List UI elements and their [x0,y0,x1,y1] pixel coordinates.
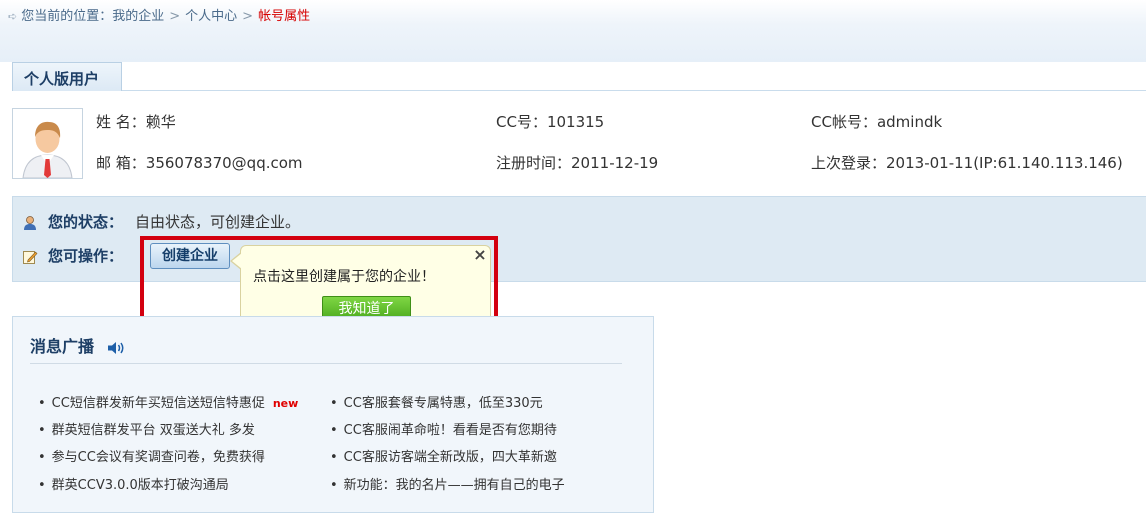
user-icon [24,215,36,230]
user-avatar-icon [22,121,73,179]
news-item[interactable]: • CC客服套餐专属特惠，低至330元 [330,392,543,411]
breadcrumb-current: 帐号属性 [258,9,311,24]
arrow-right-icon: ➪ [8,10,18,23]
email-row: 邮 箱：356078370@qq.com [96,152,303,173]
register-time-value: 2011-12-19 [571,154,659,172]
breadcrumb: ➪ 您当前的位置：我的企业 > 个人中心 > 帐号属性 [8,5,310,24]
breadcrumb-link-personal-center[interactable]: 个人中心 [185,9,237,24]
cc-account-row: CC帐号：admindk [811,111,942,132]
speaker-icon [107,341,124,354]
cc-account-label: CC帐号： [811,113,877,131]
news-item[interactable]: • CC客服闹革命啦！看看是否有您期待 [330,419,557,438]
breadcrumb-link-my-company[interactable]: 我的企业 [112,9,164,24]
news-item[interactable]: • 新功能：我的名片——拥有自己的电子 [330,474,565,493]
register-time-label: 注册时间： [496,154,572,172]
news-item[interactable]: • 参与CC会议有奖调查问卷，免费获得 [38,446,265,465]
cc-account-value: admindk [876,113,943,131]
tab-personal-user[interactable]: 个人版用户 [12,62,122,91]
breadcrumb-separator: > [242,9,254,24]
avatar [12,108,83,179]
breadcrumb-prefix: 您当前的位置： [21,9,113,24]
news-title: 消息广播 [30,333,126,357]
name-row: 姓 名：赖华 [96,111,176,132]
news-divider [30,363,622,364]
last-login-value: 2013-01-11(IP:61.140.113.146) [886,154,1123,172]
status-value: 自由状态，可创建企业。 [135,213,301,231]
news-item[interactable]: • CC短信群发新年买短信送短信特惠促 new [38,392,298,411]
news-item[interactable]: • CC客服访客端全新改版，四大革新邀 [330,446,557,465]
status-row: 您的状态： 自由状态，可创建企业。 [22,211,300,232]
news-item[interactable]: • 群英短信群发平台 双蛋送大礼 多发 [38,419,255,438]
email-value: 356078370@qq.com [145,154,303,172]
name-value: 赖华 [145,113,176,131]
breadcrumb-separator: > [169,9,181,24]
cc-number-row: CC号：101315 [496,111,604,132]
news-item[interactable]: • 群英CCV3.0.0版本打破沟通局 [38,474,229,493]
status-label: 您的状态： [48,213,124,231]
register-time-row: 注册时间：2011-12-19 [496,152,658,173]
last-login-label: 上次登录： [811,154,887,172]
actions-label: 您可操作： [48,247,124,265]
email-label: 邮 箱： [96,154,146,172]
cc-number-value: 101315 [546,113,605,131]
tab-strip-divider [12,90,1146,91]
edit-icon [23,250,38,264]
new-badge: new [272,397,299,410]
cc-number-label: CC号： [496,113,547,131]
actions-row: 您可操作： [22,245,123,266]
last-login-row: 上次登录：2013-01-11(IP:61.140.113.146) [811,152,1123,173]
name-label: 姓 名： [96,113,146,131]
news-title-text: 消息广播 [30,337,95,356]
